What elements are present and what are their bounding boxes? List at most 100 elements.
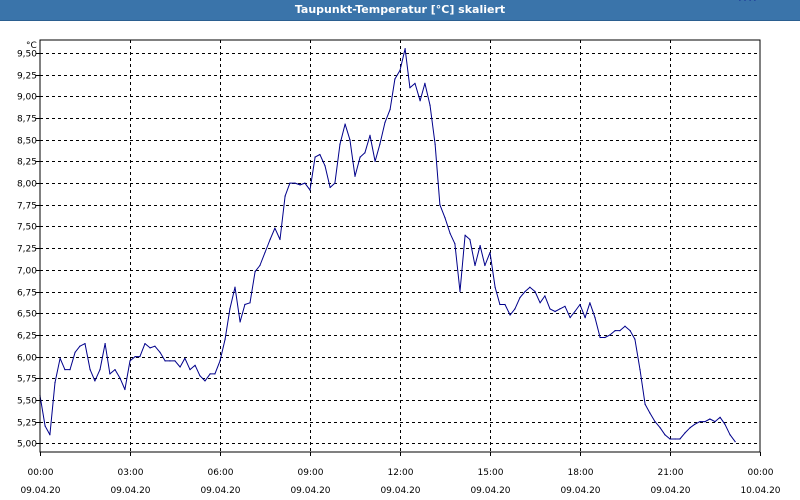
y-tick-label: 7,00 <box>17 267 37 277</box>
data-point <box>419 100 421 102</box>
data-point <box>569 317 571 319</box>
data-point <box>99 369 101 371</box>
y-tick-label: 8,25 <box>17 158 37 168</box>
y-tick-label: 7,75 <box>17 202 37 212</box>
data-point <box>199 375 201 377</box>
x-tick-time-label: 21:00 <box>658 468 684 478</box>
data-point <box>444 217 446 219</box>
data-point <box>599 336 601 339</box>
dew-point-chart: 5,00 5,25 5,50 5,75 6,00 6,25 6,50 6,75 7,00 7,25… <box>17 0 781 496</box>
y-tick-label: 5,00 <box>17 440 37 450</box>
x-tick-date-label: 09.04.20 <box>650 486 690 496</box>
data-point <box>449 232 451 234</box>
data-point <box>549 308 551 310</box>
data-point <box>179 366 181 368</box>
data-point <box>509 314 511 316</box>
data-point <box>249 302 251 304</box>
data-point <box>84 343 86 345</box>
data-point <box>469 238 471 241</box>
data-point <box>724 423 726 425</box>
data-point <box>519 297 521 299</box>
y-tick-label: 5,75 <box>17 375 37 385</box>
data-point <box>89 369 91 371</box>
x-tick-date-label: 09.04.20 <box>560 486 600 496</box>
data-point <box>489 251 491 254</box>
data-point <box>129 360 131 362</box>
data-point <box>674 438 676 440</box>
data-point <box>744 0 746 1</box>
y-tick-label: 9,50 <box>17 50 37 60</box>
data-point <box>689 427 691 429</box>
x-tick-date-label: 09.04.20 <box>470 486 510 496</box>
data-point <box>54 382 56 384</box>
data-point <box>229 308 231 310</box>
data-point <box>109 373 111 375</box>
data-point <box>334 182 336 184</box>
data-point <box>649 412 651 414</box>
data-point <box>384 121 386 123</box>
data-point <box>369 134 371 136</box>
data-point <box>314 156 316 158</box>
data-point <box>644 403 646 405</box>
x-axis-ticks: 00:00 09.04.20 03:00 09.04.20 06:00 09.04.20 0… <box>20 452 781 496</box>
y-tick-label: 6,25 <box>17 332 37 342</box>
data-point <box>659 427 661 429</box>
data-point <box>204 380 206 382</box>
data-point <box>499 303 501 306</box>
data-point <box>409 87 411 89</box>
data-point <box>94 380 96 382</box>
data-point <box>749 0 751 1</box>
y-tick-label: 5,25 <box>17 419 37 429</box>
data-point <box>719 416 721 418</box>
data-point <box>149 347 151 349</box>
data-point <box>389 108 391 110</box>
data-point <box>664 434 666 436</box>
data-point <box>299 184 301 186</box>
data-point <box>114 369 116 371</box>
data-point <box>214 373 216 375</box>
data-point <box>159 351 161 353</box>
data-point <box>309 189 311 191</box>
data-point <box>609 334 611 336</box>
x-tick-date-label: 09.04.20 <box>110 486 150 496</box>
data-point <box>754 0 756 1</box>
data-point <box>324 165 326 167</box>
y-unit-label: °C <box>26 41 37 51</box>
x-tick-time-label: 00:00 <box>748 468 774 478</box>
data-point <box>739 0 741 1</box>
data-point <box>134 356 136 358</box>
data-point <box>734 441 736 443</box>
data-point <box>234 286 236 288</box>
y-tick-label: 7,50 <box>17 223 37 233</box>
x-tick-time-label: 09:00 <box>298 468 324 478</box>
y-tick-label: 9,25 <box>17 72 37 82</box>
data-point <box>269 238 271 241</box>
data-point <box>239 321 241 323</box>
data-point <box>164 360 166 362</box>
data-point <box>629 330 631 332</box>
data-point <box>454 243 456 245</box>
data-point <box>494 286 496 288</box>
data-point <box>429 104 431 106</box>
x-tick-date-label: 09.04.20 <box>200 486 240 496</box>
data-point <box>484 264 486 267</box>
x-tick-time-label: 15:00 <box>478 468 504 478</box>
data-point <box>624 325 626 327</box>
data-point <box>639 369 641 371</box>
data-point <box>414 82 416 84</box>
data-point <box>534 290 536 293</box>
data-point <box>189 369 191 371</box>
data-point <box>79 345 81 347</box>
data-point <box>224 338 226 340</box>
y-tick-label: 8,75 <box>17 115 37 125</box>
data-point <box>104 343 106 345</box>
series-layer <box>39 0 756 443</box>
data-point <box>339 143 341 145</box>
y-tick-label: 8,00 <box>17 180 37 190</box>
data-point <box>669 438 671 440</box>
data-point <box>399 69 401 71</box>
data-point <box>279 238 281 241</box>
data-point <box>619 330 621 332</box>
data-point <box>349 139 351 141</box>
data-point <box>74 351 76 353</box>
